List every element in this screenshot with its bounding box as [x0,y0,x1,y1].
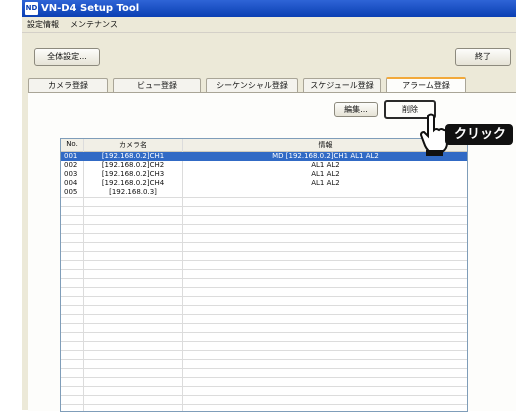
grid-line [61,206,467,207]
click-callout-label: クリック [453,127,506,142]
grid-line [61,287,467,288]
menu-settings-info[interactable]: 設定情報 [27,19,59,30]
grid-line [61,305,467,306]
app-logo-icon: ND [25,2,38,15]
grid-line [61,278,467,279]
table-row[interactable]: 004 [192.168.0.2]CH4 AL1 AL2 [61,179,467,188]
tab-sequential-registration[interactable]: シーケンシャル登録 [206,78,298,92]
grid-line [61,350,467,351]
table-row[interactable]: 003 [192.168.0.2]CH3 AL1 AL2 [61,170,467,179]
row-number: 004 [64,179,78,187]
row-info: AL1 AL2 [311,170,340,178]
table-row[interactable]: 001 [192.168.0.2]CH1 MD [192.168.0.2]CH1 A… [61,152,467,161]
tab-schedule-registration[interactable]: スケジュール登録 [303,78,381,92]
global-settings-button[interactable]: 全体設定... [34,48,100,66]
tab-camera-registration[interactable]: カメラ登録 [28,78,108,92]
grid-line [61,368,467,369]
row-camera-name: [192.168.0.2]CH2 [101,161,165,169]
table-row[interactable]: 005 [192.168.0.3] [61,188,467,197]
window-title: VN-D4 Setup Tool [41,3,140,14]
menu-bar: 設定情報 メンテナンス [22,17,516,33]
grid-line [61,359,467,360]
row-camera-name: [192.168.0.2]CH3 [101,170,165,178]
grid-line [61,260,467,261]
grid-line [61,296,467,297]
row-camera-name: [192.168.0.3] [109,188,157,196]
row-info: AL1 AL2 [311,161,340,169]
grid-line [61,404,467,405]
exit-button[interactable]: 終了 [455,48,511,66]
row-camera-name: [192.168.0.2]CH4 [101,179,165,187]
grid-line [61,269,467,270]
column-header-no: No. [66,140,78,148]
tab-strip: カメラ登録 ビュー登録 シーケンシャル登録 スケジュール登録 アラーム登録 [28,77,516,92]
grid-line [61,242,467,243]
tab-view-registration[interactable]: ビュー登録 [113,78,201,92]
tab-alarm-registration[interactable]: アラーム登録 [386,77,466,92]
row-camera-name: [192.168.0.2]CH1 [101,152,165,160]
grid-line [61,386,467,387]
grid-line [61,341,467,342]
grid-line [61,332,467,333]
row-number: 005 [64,188,78,196]
grid-line [61,197,467,198]
grid-line [61,251,467,252]
alarm-table[interactable]: No. カメラ名 情報 001 [192.168.0.2]CH1 MD [192.1… [60,138,468,412]
title-bar: ND VN-D4 Setup Tool [22,0,516,17]
column-header-camera-name: カメラ名 [119,141,147,149]
grid-line [61,314,467,315]
row-info: AL1 AL2 [311,179,340,187]
menu-maintenance[interactable]: メンテナンス [70,19,118,30]
pointing-hand-icon [418,112,448,158]
grid-line [61,224,467,225]
row-number: 001 [64,152,78,160]
row-number: 002 [64,161,78,169]
grid-line [61,215,467,216]
grid-line [61,377,467,378]
table-row[interactable]: 002 [192.168.0.2]CH2 AL1 AL2 [61,161,467,170]
grid-line [61,395,467,396]
edit-button[interactable]: 編集... [334,102,378,117]
grid-line [61,323,467,324]
table-header: No. カメラ名 情報 [61,139,467,152]
row-number: 003 [64,170,78,178]
grid-line [61,233,467,234]
